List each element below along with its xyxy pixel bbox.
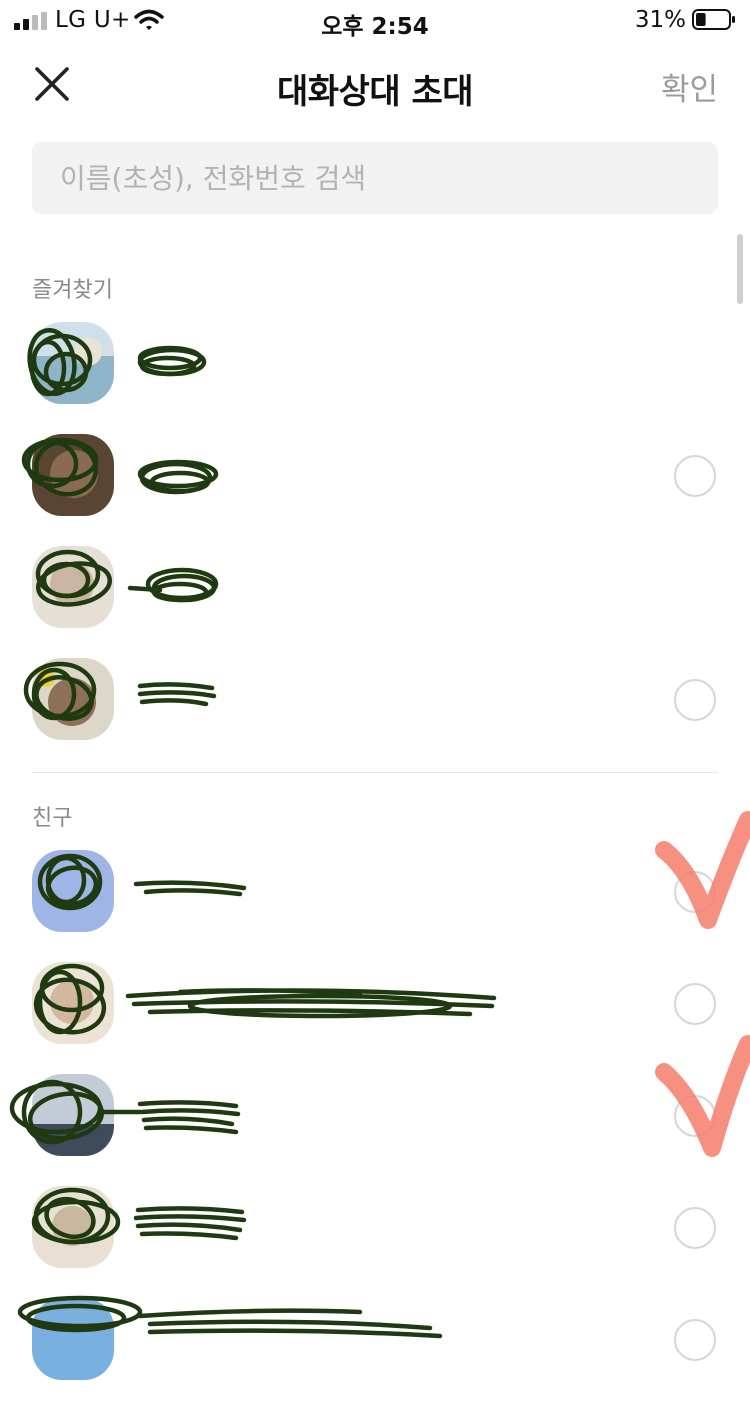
- section-label-friends: 친구: [32, 806, 73, 831]
- select-radio[interactable]: [674, 871, 716, 913]
- select-radio[interactable]: [674, 1319, 716, 1361]
- avatar: [32, 1186, 114, 1268]
- friend-row[interactable]: [0, 1035, 750, 1186]
- select-radio[interactable]: [674, 455, 716, 497]
- search-input[interactable]: [32, 142, 718, 214]
- friend-row[interactable]: [0, 962, 750, 1074]
- scroll-indicator[interactable]: [737, 234, 743, 304]
- status-bar: LG U+ 오후 2:54 31%: [0, 0, 750, 40]
- header: 대화상대 초대 확인: [0, 48, 750, 120]
- avatar: [32, 1074, 114, 1156]
- avatar: [32, 434, 114, 516]
- favorite-row[interactable]: [0, 658, 750, 770]
- section-divider: [32, 772, 718, 773]
- section-label-favorites: 즐겨찾기: [32, 278, 113, 303]
- select-radio[interactable]: [674, 1207, 716, 1249]
- avatar: [32, 546, 114, 628]
- favorite-row[interactable]: [0, 322, 750, 434]
- page-title: 대화상대 초대: [276, 72, 474, 112]
- favorite-row[interactable]: [0, 546, 750, 658]
- select-radio[interactable]: [674, 679, 716, 721]
- friend-row[interactable]: [0, 1186, 750, 1298]
- select-radio[interactable]: [674, 983, 716, 1025]
- avatar: [32, 962, 114, 1044]
- favorite-row[interactable]: [0, 434, 750, 546]
- avatar: [32, 658, 114, 740]
- friend-row[interactable]: [0, 811, 750, 962]
- avatar: [32, 322, 114, 404]
- battery-percentage: 31%: [634, 7, 686, 33]
- battery-icon: [692, 9, 735, 30]
- avatar: [32, 850, 114, 932]
- avatar: [32, 1298, 114, 1380]
- friend-row[interactable]: [0, 1295, 750, 1410]
- confirm-button[interactable]: 확인: [661, 64, 718, 109]
- select-radio[interactable]: [674, 1095, 716, 1137]
